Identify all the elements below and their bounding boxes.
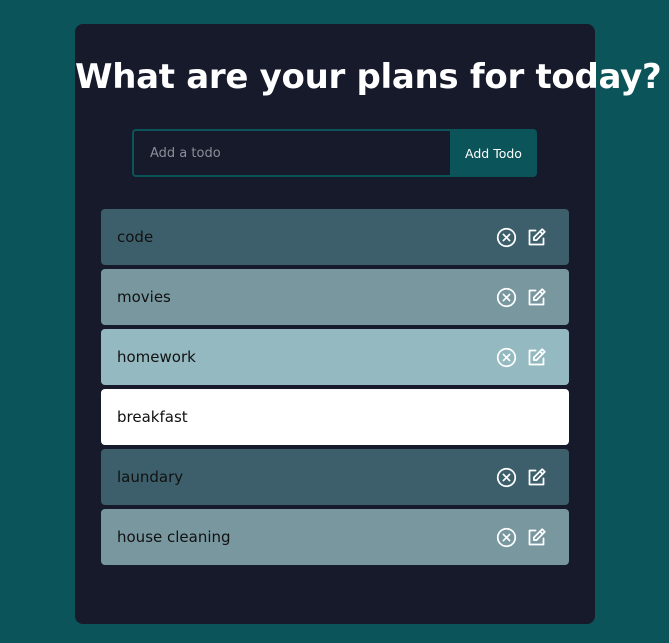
- todo-item: code: [101, 209, 569, 265]
- todo-text: breakfast: [117, 408, 188, 426]
- todo-actions: [496, 287, 547, 308]
- add-todo-button[interactable]: Add Todo: [450, 129, 537, 177]
- todo-actions: [496, 467, 547, 488]
- edit-icon[interactable]: [526, 227, 547, 248]
- close-circle-icon[interactable]: [496, 527, 517, 548]
- todo-app: What are your plans for today? Add Todo …: [75, 24, 662, 624]
- todo-item-editing[interactable]: breakfast: [101, 389, 569, 445]
- edit-icon[interactable]: [526, 287, 547, 308]
- todo-list: code movies homework breakfast laundary …: [101, 209, 569, 569]
- todo-item: movies: [101, 269, 569, 325]
- todo-item: house cleaning: [101, 509, 569, 565]
- todo-form: Add Todo: [132, 129, 537, 177]
- todo-input[interactable]: [132, 129, 450, 177]
- edit-icon[interactable]: [526, 467, 547, 488]
- close-circle-icon[interactable]: [496, 467, 517, 488]
- edit-icon[interactable]: [526, 347, 547, 368]
- close-circle-icon[interactable]: [496, 347, 517, 368]
- todo-actions: [496, 347, 547, 368]
- close-circle-icon[interactable]: [496, 287, 517, 308]
- todo-text: laundary: [117, 468, 184, 486]
- todo-item: laundary: [101, 449, 569, 505]
- todo-actions: [496, 227, 547, 248]
- todo-text: code: [117, 228, 154, 246]
- todo-item: homework: [101, 329, 569, 385]
- close-circle-icon[interactable]: [496, 227, 517, 248]
- todo-actions: [496, 527, 547, 548]
- todo-text: homework: [117, 348, 196, 366]
- edit-icon[interactable]: [526, 527, 547, 548]
- todo-text: movies: [117, 288, 171, 306]
- todo-text: house cleaning: [117, 528, 231, 546]
- page-title: What are your plans for today?: [75, 57, 662, 97]
